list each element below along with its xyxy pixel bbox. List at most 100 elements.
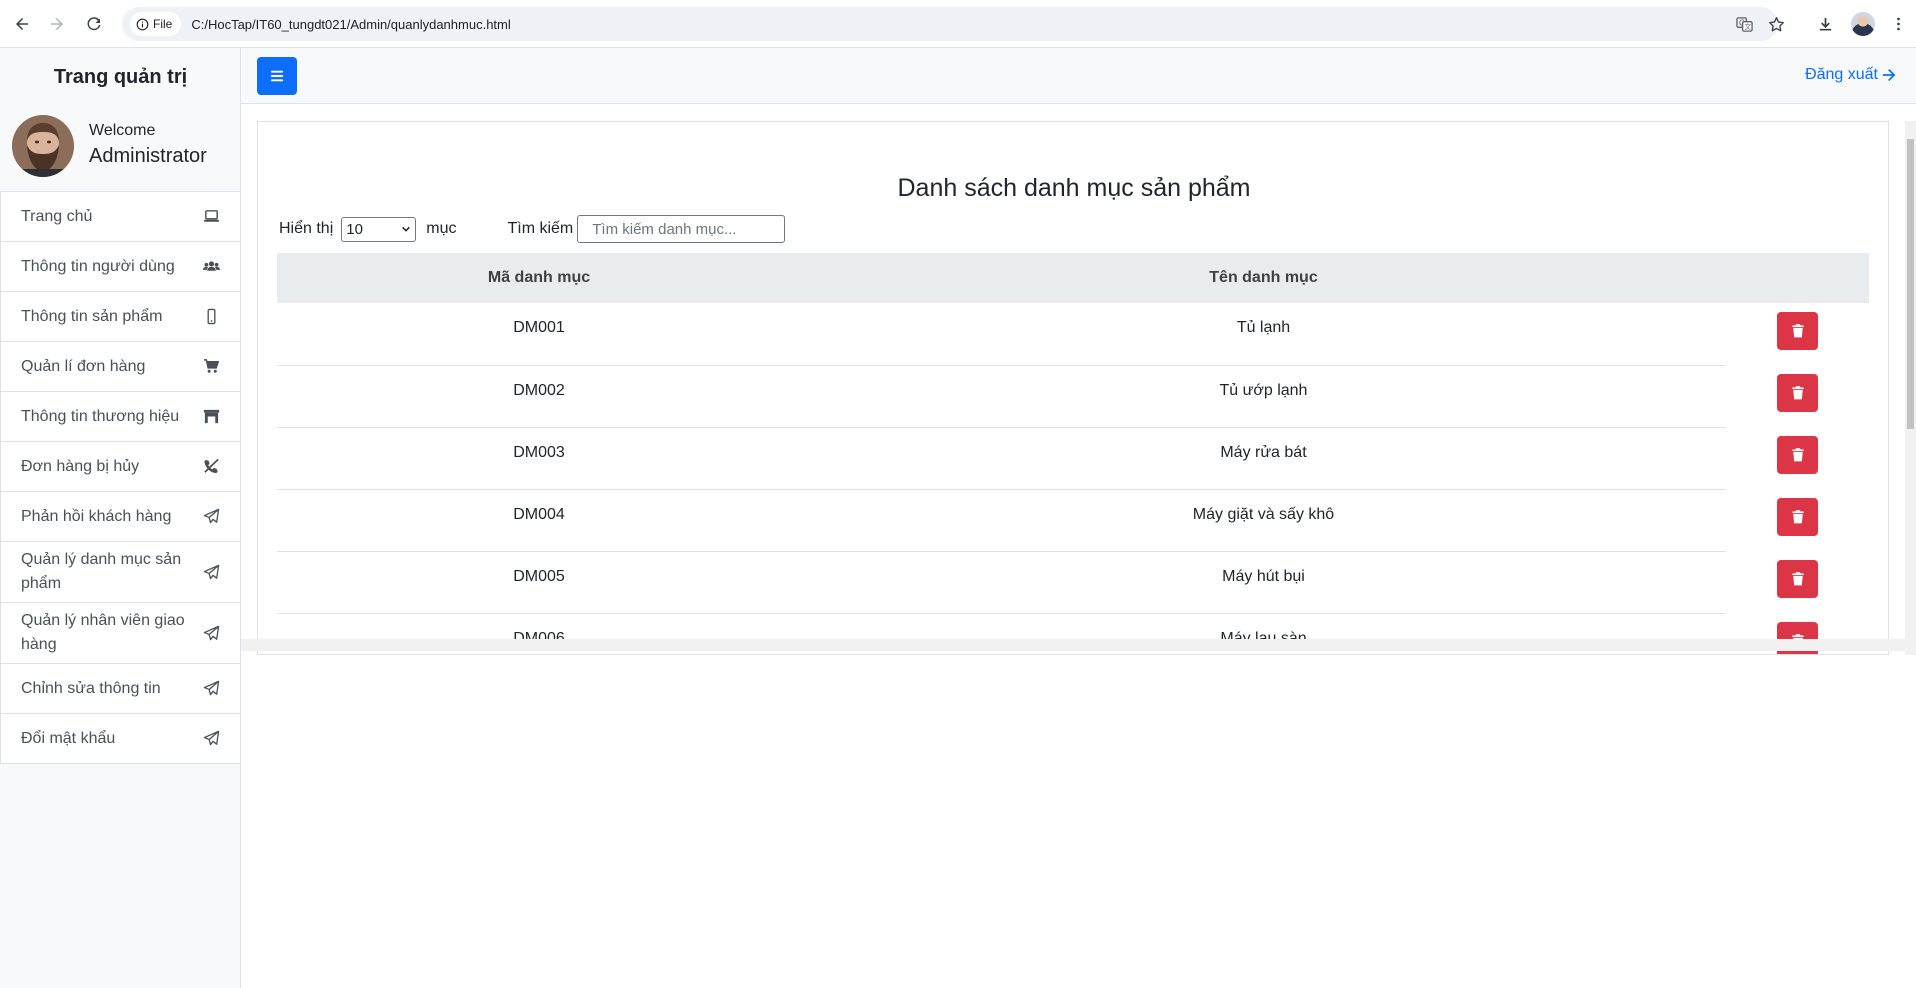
column-header-code: Mã danh mục <box>277 253 801 303</box>
category-code: DM002 <box>277 365 801 428</box>
browser-toolbar: File C:/HocTap/IT60_tungdt021/Admin/quan… <box>0 0 1916 48</box>
users-icon <box>202 258 220 276</box>
category-name: Máy giặt và sấy khô <box>801 489 1726 552</box>
paper-plane-icon <box>202 624 220 642</box>
table-row: DM001 Tủ lạnh <box>277 303 1869 366</box>
profile-avatar[interactable] <box>1851 12 1875 36</box>
category-code: DM003 <box>277 427 801 490</box>
sidebar-item-category-management[interactable]: Quản lý danh mục sản phẩm <box>0 542 241 603</box>
page-size-select[interactable]: 10 <box>341 216 417 242</box>
actions-cell <box>1726 551 1869 613</box>
sidebar-item-change-password[interactable]: Đổi mật khẩu <box>0 714 241 764</box>
scrollbar-thumb[interactable] <box>1907 139 1914 429</box>
sidebar-toggle-button[interactable] <box>257 57 297 95</box>
admin-avatar <box>12 115 74 177</box>
category-name: Tủ ướp lạnh <box>801 365 1726 428</box>
paper-plane-icon <box>202 730 220 748</box>
sidebar-item-shipper-management[interactable]: Quản lý nhân viên giao hàng <box>0 603 241 664</box>
delete-button[interactable] <box>1777 560 1818 598</box>
actions-cell <box>1726 303 1869 365</box>
sidebar: Trang quản trị Welcome Administrator Tra… <box>0 48 241 988</box>
sidebar-menu: Trang chủ Thông tin người dùng Thông tin… <box>0 191 241 764</box>
sidebar-item-home[interactable]: Trang chủ <box>0 192 241 242</box>
logout-link[interactable]: Đăng xuất <box>1805 66 1896 84</box>
actions-cell <box>1726 489 1869 551</box>
sidebar-item-label: Quản lí đơn hàng <box>21 357 146 375</box>
sidebar-item-feedback[interactable]: Phản hồi khách hàng <box>0 492 241 542</box>
translate-icon[interactable]: G文 <box>1735 15 1753 33</box>
trash-icon <box>1791 386 1804 400</box>
category-code: DM004 <box>277 489 801 552</box>
vertical-scrollbar[interactable] <box>1905 121 1916 655</box>
page-title: Danh sách danh mục sản phẩm <box>897 174 1251 202</box>
browser-menu-icon[interactable] <box>1886 12 1910 36</box>
sidebar-item-products[interactable]: Thông tin sản phẩm <box>0 292 241 342</box>
sidebar-item-label: Chỉnh sửa thông tin <box>21 679 161 697</box>
paper-plane-icon <box>202 508 220 526</box>
sidebar-item-label: Đổi mật khẩu <box>21 729 116 747</box>
table-row: DM003 Máy rửa bát <box>277 427 1869 490</box>
category-code: DM005 <box>277 551 801 614</box>
forward-icon[interactable] <box>45 12 69 36</box>
sidebar-item-label: Quản lý danh mục sản phẩm <box>21 551 182 592</box>
column-header-name: Tên danh mục <box>801 253 1726 303</box>
actions-cell <box>1726 365 1869 427</box>
main-content: Danh sách danh mục sản phẩm Hiển thị 10 … <box>241 105 1916 988</box>
store-icon <box>202 408 220 426</box>
delete-button[interactable] <box>1777 374 1818 412</box>
sidebar-item-label: Trang chủ <box>21 207 93 225</box>
category-name: Máy rửa bát <box>801 427 1726 490</box>
page-size-value: 10 <box>346 220 363 238</box>
sidebar-title: Trang quản trị <box>53 66 188 88</box>
actions-cell <box>1726 427 1869 489</box>
category-table: Mã danh mục Tên danh mục DM001 Tủ lạnh D… <box>277 253 1869 654</box>
delete-button[interactable] <box>1777 312 1818 350</box>
mobile-icon <box>202 308 220 326</box>
column-header-actions <box>1726 253 1869 303</box>
category-name: Tủ lạnh <box>801 303 1726 366</box>
download-icon[interactable] <box>1813 12 1837 36</box>
show-label: Hiển thị <box>279 220 334 237</box>
site-info-chip[interactable]: File <box>130 12 182 36</box>
sidebar-item-cancelled-orders[interactable]: Đơn hàng bị hủy <box>0 442 241 492</box>
file-label: File <box>153 17 173 31</box>
sidebar-item-label: Phản hồi khách hàng <box>21 507 172 525</box>
search-input[interactable] <box>577 215 786 243</box>
sidebar-item-label: Thông tin thương hiệu <box>21 407 180 425</box>
menu-icon <box>270 70 284 82</box>
trash-icon <box>1791 510 1804 524</box>
sidebar-item-brands[interactable]: Thông tin thương hiệu <box>0 392 241 442</box>
sidebar-item-orders[interactable]: Quản lí đơn hàng <box>0 342 241 392</box>
table-row: DM005 Máy hút bụi <box>277 551 1869 614</box>
horizontal-scrollbar[interactable] <box>241 639 1905 651</box>
delete-button[interactable] <box>1777 498 1818 536</box>
url-text: C:/HocTap/IT60_tungdt021/Admin/quanlydan… <box>191 16 511 32</box>
back-icon[interactable] <box>10 12 34 36</box>
info-icon <box>136 18 149 30</box>
laptop-icon <box>202 208 220 226</box>
trash-icon <box>1791 572 1804 586</box>
logout-label: Đăng xuất <box>1805 66 1878 83</box>
table-row: DM002 Tủ ướp lạnh <box>277 365 1869 428</box>
phone-slash-icon <box>202 458 220 476</box>
sidebar-item-edit-profile[interactable]: Chỉnh sửa thông tin <box>0 664 241 714</box>
trash-icon <box>1791 448 1804 462</box>
paper-plane-icon <box>202 563 220 581</box>
top-navbar: Đăng xuất <box>241 48 1916 104</box>
table-header-row: Mã danh mục Tên danh mục <box>277 253 1869 303</box>
delete-button[interactable] <box>1777 436 1818 474</box>
entries-label: mục <box>426 220 457 237</box>
address-bar[interactable]: File C:/HocTap/IT60_tungdt021/Admin/quan… <box>122 7 1778 41</box>
svg-text:文: 文 <box>1744 22 1751 31</box>
category-name: Máy hút bụi <box>801 551 1726 614</box>
sidebar-item-label: Quản lý nhân viên giao hàng <box>21 612 185 653</box>
cart-icon <box>202 358 220 376</box>
bookmark-star-icon[interactable] <box>1767 15 1785 33</box>
arrow-right-icon <box>1882 68 1896 82</box>
sidebar-item-label: Thông tin người dùng <box>21 257 175 275</box>
chevron-down-icon <box>402 226 411 232</box>
reload-icon[interactable] <box>82 12 106 36</box>
category-code: DM001 <box>277 303 801 366</box>
category-card: Danh sách danh mục sản phẩm Hiển thị 10 … <box>257 121 1889 655</box>
sidebar-item-users[interactable]: Thông tin người dùng <box>0 242 241 292</box>
